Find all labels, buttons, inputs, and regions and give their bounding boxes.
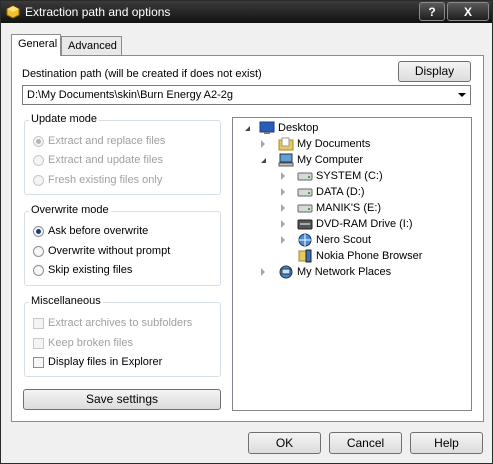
checkbox-icon	[33, 356, 44, 368]
extract-to-subfolders-checkbox[interactable]: Extract archives to subfolders	[33, 317, 192, 329]
overwrite-mode-title: Overwrite mode	[29, 204, 111, 216]
extract-and-update-label: Extract and update files	[48, 154, 163, 166]
radio-icon	[33, 245, 44, 257]
radio-icon	[33, 264, 44, 276]
destination-path-combobox[interactable]: D:\My Documents\skin\Burn Energy A2-2g	[22, 85, 471, 105]
network-places-icon	[279, 265, 293, 279]
overwrite-mode-group: Overwrite mode Ask before overwrite Over…	[24, 204, 221, 286]
extraction-dialog: Extraction path and options ? X General …	[0, 0, 493, 464]
skip-existing-label: Skip existing files	[48, 264, 133, 276]
dvd-drive-icon	[297, 219, 313, 230]
tree-label: SYSTEM (C:)	[316, 170, 383, 182]
save-settings-button[interactable]: Save settings	[23, 389, 221, 410]
ok-button[interactable]: OK	[248, 432, 321, 454]
help-button[interactable]: Help	[410, 432, 483, 454]
checkbox-icon	[33, 317, 44, 329]
expand-icon[interactable]	[261, 140, 265, 148]
tree-label: My Computer	[297, 154, 364, 166]
desktop-icon	[259, 121, 275, 134]
title-bar[interactable]: Extraction path and options ? X	[1, 1, 492, 23]
winrar-app-icon	[6, 5, 20, 19]
radio-selected-icon	[33, 135, 44, 147]
extract-and-update-radio[interactable]: Extract and update files	[33, 154, 163, 166]
expand-icon[interactable]	[281, 188, 285, 196]
tree-label: My Network Places	[297, 266, 392, 278]
folder-tree[interactable]: Desktop My Documents My Computer SYSTEM …	[232, 117, 472, 411]
expand-icon[interactable]	[281, 220, 285, 228]
hard-drive-icon	[297, 172, 313, 181]
keep-broken-files-checkbox[interactable]: Keep broken files	[33, 337, 133, 349]
fresh-existing-label: Fresh existing files only	[48, 174, 163, 186]
checkbox-icon	[33, 337, 44, 349]
expand-icon[interactable]	[281, 172, 285, 180]
miscellaneous-group: Miscellaneous Extract archives to subfol…	[24, 295, 221, 377]
radio-icon	[33, 154, 44, 166]
hard-drive-icon	[297, 204, 313, 213]
tree-label: DATA (D:)	[316, 186, 365, 198]
cancel-button[interactable]: Cancel	[329, 432, 402, 454]
update-mode-title: Update mode	[29, 113, 100, 125]
collapse-icon[interactable]	[261, 158, 266, 163]
collapse-icon[interactable]	[245, 126, 250, 131]
extract-and-replace-radio[interactable]: Extract and replace files	[33, 135, 165, 147]
tab-general[interactable]: General	[11, 34, 61, 56]
tree-label: Desktop	[278, 122, 319, 134]
hard-drive-icon	[297, 188, 313, 197]
dropdown-arrow-icon[interactable]	[458, 93, 466, 97]
title-close-button[interactable]: X	[447, 2, 489, 21]
tree-label: DVD-RAM Drive (I:)	[316, 218, 413, 230]
window-title: Extraction path and options	[25, 5, 171, 19]
computer-icon	[278, 153, 294, 167]
skip-existing-radio[interactable]: Skip existing files	[33, 264, 132, 276]
ask-before-overwrite-label: Ask before overwrite	[48, 225, 149, 237]
expand-icon[interactable]	[281, 204, 285, 212]
ask-before-overwrite-radio[interactable]: Ask before overwrite	[33, 225, 148, 237]
radio-selected-icon	[33, 225, 44, 237]
nero-scout-icon	[298, 233, 312, 247]
radio-icon	[33, 174, 44, 186]
documents-folder-icon	[278, 137, 294, 151]
tree-label: My Documents	[297, 138, 371, 150]
keep-broken-files-label: Keep broken files	[48, 337, 133, 349]
nokia-phone-icon	[298, 249, 312, 263]
extract-and-replace-label: Extract and replace files	[48, 135, 166, 147]
extract-to-subfolders-label: Extract archives to subfolders	[48, 317, 193, 329]
expand-icon[interactable]	[281, 236, 285, 244]
destination-path-label: Destination path (will be created if doe…	[22, 68, 262, 80]
title-help-button[interactable]: ?	[419, 2, 445, 21]
display-button[interactable]: Display	[398, 61, 471, 82]
display-in-explorer-checkbox[interactable]: Display files in Explorer	[33, 356, 162, 368]
display-in-explorer-label: Display files in Explorer	[48, 356, 163, 368]
overwrite-without-prompt-radio[interactable]: Overwrite without prompt	[33, 245, 170, 257]
update-mode-group: Update mode Extract and replace files Ex…	[24, 113, 221, 195]
fresh-existing-radio[interactable]: Fresh existing files only	[33, 174, 162, 186]
tree-label: Nokia Phone Browser	[316, 250, 423, 262]
tree-label: MANIK'S (E:)	[316, 202, 382, 214]
expand-icon[interactable]	[261, 268, 265, 276]
overwrite-without-prompt-label: Overwrite without prompt	[48, 245, 171, 257]
tree-label: Nero Scout	[316, 234, 372, 246]
miscellaneous-title: Miscellaneous	[29, 295, 103, 307]
tab-advanced[interactable]: Advanced	[61, 36, 122, 55]
destination-path-value: D:\My Documents\skin\Burn Energy A2-2g	[27, 89, 234, 101]
